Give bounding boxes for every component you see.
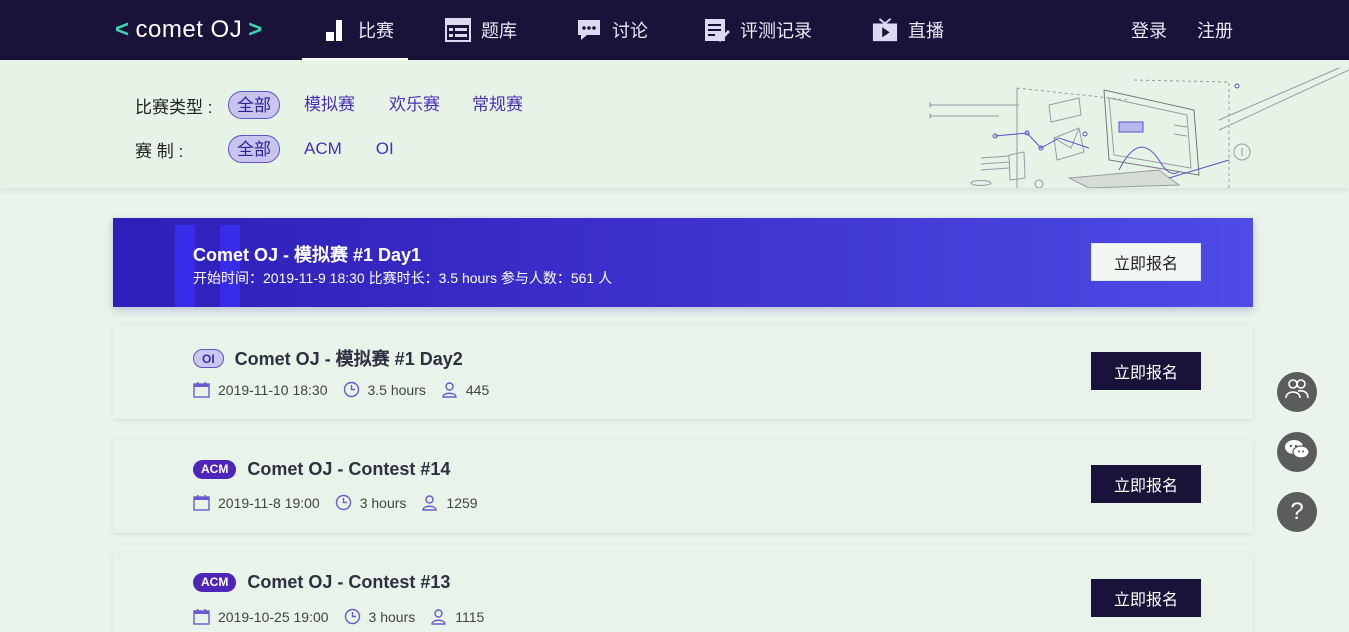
problem-list-icon (445, 17, 471, 43)
contest-format-badge: OI (193, 348, 224, 368)
contest-duration: 3.5 hours (367, 381, 426, 398)
nav-discuss[interactable]: 讨论 (576, 0, 648, 60)
contest-title-row: ACM Comet OJ - Contest #14 (193, 459, 450, 480)
contest-card: ACM Comet OJ - Contest #13 2019-10-25 19… (113, 553, 1253, 632)
user-icon (430, 608, 447, 625)
clock-icon (344, 608, 361, 625)
contest-title[interactable]: Comet OJ - Contest #14 (247, 459, 450, 480)
featured-contest-title[interactable]: Comet OJ - 模拟赛 #1 Day1 (193, 241, 421, 267)
featured-contest-card[interactable]: Comet OJ - 模拟赛 #1 Day1 开始时间：2019-11-9 18… (113, 218, 1253, 307)
nav-label: 题库 (481, 21, 517, 41)
clock-icon (343, 381, 360, 398)
calendar-icon (193, 381, 210, 398)
calendar-icon (193, 494, 210, 511)
contest-start-time: 2019-11-10 18:30 (218, 381, 328, 398)
contest-bars-icon (322, 17, 348, 43)
edit-record-icon (704, 17, 730, 43)
chat-bubble-icon (576, 17, 602, 43)
contest-participants: 1259 (446, 494, 478, 511)
users-icon (1284, 378, 1310, 407)
contest-format-badge: ACM (193, 460, 237, 479)
contest-format-filter: 赛 制 : 全部 ACM OI (135, 134, 418, 164)
filter-format-acm[interactable]: ACM (304, 135, 342, 163)
logo-right-bracket: > (248, 16, 263, 43)
contest-meta: 2019-11-10 18:30 3.5 hours 445 (193, 381, 504, 398)
login-link[interactable]: 登录 (1131, 0, 1167, 60)
filter-type-regular[interactable]: 常规赛 (464, 91, 523, 119)
help-button[interactable]: ? (1277, 492, 1317, 532)
tv-play-icon (872, 17, 898, 43)
register-button[interactable]: 立即报名 (1091, 352, 1201, 390)
contest-format-badge: ACM (193, 573, 237, 592)
register-button[interactable]: 立即报名 (1091, 579, 1201, 617)
user-icon (441, 381, 458, 398)
user-icon (421, 494, 438, 511)
nav-problems[interactable]: 题库 (445, 0, 517, 60)
contest-meta: 2019-11-8 19:00 3 hours 1259 (193, 494, 493, 511)
nav-label: 评测记录 (740, 21, 812, 41)
clock-icon (335, 494, 352, 511)
help-icon: ? (1290, 498, 1304, 525)
contest-duration: 3 hours (359, 494, 407, 511)
contest-title-row: ACM Comet OJ - Contest #13 (193, 572, 450, 593)
contest-start-time: 2019-11-8 19:00 (218, 494, 320, 511)
contest-meta: 2019-10-25 19:00 3 hours 1115 (193, 608, 499, 625)
nav-live[interactable]: 直播 (872, 0, 944, 60)
contest-type-filter: 比赛类型 : 全部 模拟赛 欢乐赛 常规赛 (135, 90, 547, 120)
filter-label: 赛 制 : (135, 141, 184, 161)
filter-panel: 比赛类型 : 全部 模拟赛 欢乐赛 常规赛 赛 制 : 全部 ACM OI (0, 60, 1349, 188)
featured-register-button[interactable]: 立即报名 (1091, 243, 1201, 281)
desk-illustration (929, 67, 1349, 188)
top-navbar: < comet OJ > 比赛 题库 讨论 评测记录 直播 登录 注册 (0, 0, 1349, 60)
decor-stripe (175, 225, 195, 307)
wechat-button[interactable] (1277, 432, 1317, 472)
contest-title[interactable]: Comet OJ - 模拟赛 #1 Day2 (235, 345, 463, 371)
contest-card: ACM Comet OJ - Contest #14 2019-11-8 19:… (113, 439, 1253, 533)
contest-title-row: OI Comet OJ - 模拟赛 #1 Day2 (193, 345, 463, 371)
filter-label: 比赛类型 : (135, 97, 213, 117)
contest-participants: 445 (465, 381, 490, 398)
contest-duration: 3 hours (368, 608, 416, 625)
register-button[interactable]: 立即报名 (1091, 465, 1201, 503)
contest-participants: 1115 (455, 608, 485, 625)
featured-contest-meta: 开始时间：2019-11-9 18:30 比赛时长：3.5 hours 参与人数… (193, 270, 613, 286)
filter-format-all[interactable]: 全部 (228, 135, 280, 163)
calendar-icon (193, 608, 210, 625)
contest-card: OI Comet OJ - 模拟赛 #1 Day2 2019-11-10 18:… (113, 325, 1253, 419)
nav-status[interactable]: 评测记录 (704, 0, 812, 60)
filter-format-oi[interactable]: OI (366, 135, 394, 163)
nav-label: 讨论 (612, 21, 648, 41)
wechat-icon (1284, 438, 1310, 467)
filter-type-mock[interactable]: 模拟赛 (304, 91, 355, 119)
register-link[interactable]: 注册 (1197, 0, 1233, 60)
logo-text: comet OJ (135, 16, 243, 43)
nav-label: 直播 (908, 21, 944, 41)
filter-type-fun[interactable]: 欢乐赛 (379, 91, 440, 119)
site-logo[interactable]: < comet OJ > (115, 14, 263, 46)
nav-contests[interactable]: 比赛 (302, 0, 408, 60)
logo-left-bracket: < (115, 16, 130, 43)
contest-title[interactable]: Comet OJ - Contest #13 (247, 572, 450, 593)
nav-label: 比赛 (358, 21, 394, 41)
filter-type-all[interactable]: 全部 (228, 91, 280, 119)
community-button[interactable] (1277, 372, 1317, 412)
contest-start-time: 2019-10-25 19:00 (218, 608, 329, 625)
